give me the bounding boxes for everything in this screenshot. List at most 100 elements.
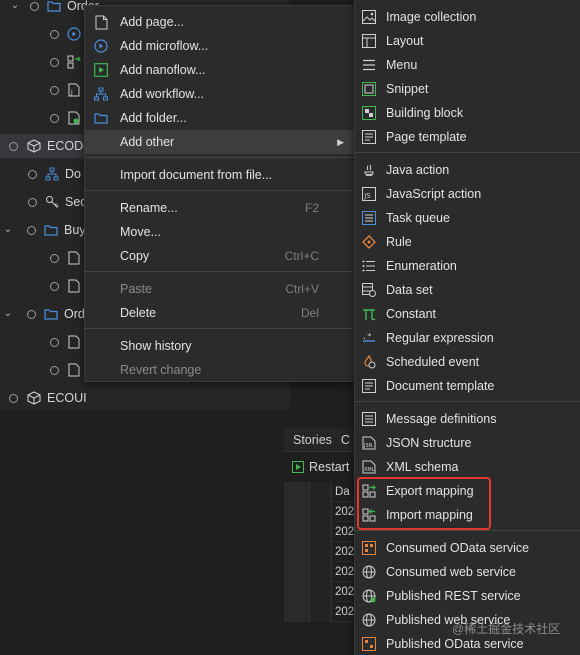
chevron-down-icon[interactable]: ⌄: [10, 1, 20, 11]
consumed-web-service-icon: [361, 564, 377, 580]
menu-item-label: Document template: [386, 379, 495, 393]
menu-item-label: Data set: [386, 283, 433, 297]
table-row[interactable]: 202: [284, 521, 364, 542]
menu-item-paste: Paste Ctrl+V: [85, 277, 354, 301]
module-icon: [27, 391, 41, 405]
menu-item-label: Move...: [120, 225, 161, 239]
tree-radio[interactable]: [50, 113, 59, 123]
page-icon: [93, 14, 109, 30]
grid-cell: 202: [335, 565, 355, 578]
mapping-icon: [67, 55, 81, 69]
menu-item-data-set[interactable]: Data set: [355, 278, 580, 302]
microflow-icon: [67, 27, 81, 41]
menu-item-add-workflow[interactable]: Add workflow...: [85, 82, 354, 106]
table-row[interactable]: 202: [284, 541, 364, 562]
tree-radio[interactable]: [50, 57, 59, 67]
restart-button[interactable]: Restart: [309, 460, 349, 474]
shortcut-label: Ctrl+C: [284, 249, 319, 263]
context-menu: Add page... Add microflow... Add nanoflo…: [84, 5, 355, 382]
menu-item-add-page[interactable]: Add page...: [85, 10, 354, 34]
menu-item-label: Add other: [120, 135, 175, 149]
menu-item-rule[interactable]: Rule: [355, 230, 580, 254]
consumed-odata-icon: [361, 540, 377, 556]
table-row[interactable]: 202: [284, 561, 364, 582]
menu-item-javascript-action[interactable]: JS JavaScript action: [355, 182, 580, 206]
menu-item-add-microflow[interactable]: Add microflow...: [85, 34, 354, 58]
tree-radio[interactable]: [28, 197, 37, 207]
menu-item-page-template[interactable]: Page template: [355, 125, 580, 149]
image-collection-icon: [361, 9, 377, 25]
menu-item-layout[interactable]: Layout: [355, 29, 580, 53]
tree-radio[interactable]: [50, 365, 59, 375]
tree-radio[interactable]: [28, 169, 37, 179]
grid-cell: 202: [335, 525, 355, 538]
menu-item-import-document[interactable]: Import document from file...: [85, 163, 354, 187]
menu-item-java-action[interactable]: Java action: [355, 158, 580, 182]
table-row[interactable]: 202: [284, 501, 364, 522]
menu-item-label: Scheduled event: [386, 355, 480, 369]
menu-item-snippet[interactable]: Snippet: [355, 77, 580, 101]
menu-item-delete[interactable]: Delete Del: [85, 301, 354, 325]
menu-item-xml-schema[interactable]: XML XML schema: [355, 455, 580, 479]
tree-radio[interactable]: [50, 253, 59, 263]
menu-item-add-folder[interactable]: Add folder...: [85, 106, 354, 130]
menu-item-message-definitions[interactable]: Message definitions: [355, 407, 580, 431]
menu-item-published-rest-service[interactable]: Published REST service: [355, 584, 580, 608]
table-row[interactable]: 202: [284, 601, 364, 622]
menu-item-regular-expression[interactable]: .* Regular expression: [355, 326, 580, 350]
menu-item-revert-change: Revert change: [85, 358, 354, 382]
menu-item-move[interactable]: Move...: [85, 220, 354, 244]
menu-item-show-history[interactable]: Show history: [85, 334, 354, 358]
menu-item-enumeration[interactable]: Enumeration: [355, 254, 580, 278]
restart-icon[interactable]: [292, 461, 304, 473]
menu-item-json-structure[interactable]: JSN JSON structure: [355, 431, 580, 455]
menu-item-label: Rename...: [120, 201, 178, 215]
tree-radio[interactable]: [27, 225, 36, 235]
menu-separator: [85, 190, 354, 191]
grid-cell: 202: [335, 545, 355, 558]
menu-item-constant[interactable]: Constant: [355, 302, 580, 326]
log-grid: Da 202 202 202 202 202 202: [284, 481, 364, 622]
tab-stories[interactable]: Stories: [284, 433, 332, 447]
menu-item-scheduled-event[interactable]: Scheduled event: [355, 350, 580, 374]
tree-label: ECOUI: [47, 391, 87, 405]
tab-partial[interactable]: C: [332, 433, 350, 447]
menu-item-task-queue[interactable]: Task queue: [355, 206, 580, 230]
menu-item-document-template[interactable]: Document template: [355, 374, 580, 398]
svg-text:J: J: [70, 89, 73, 96]
chevron-down-icon[interactable]: ⌄: [3, 225, 13, 235]
tree-radio[interactable]: [50, 337, 59, 347]
tree-radio[interactable]: [50, 29, 59, 39]
folder-icon: [47, 0, 61, 13]
shortcut-label: Ctrl+V: [285, 282, 319, 296]
tree-radio[interactable]: [50, 85, 59, 95]
menu-item-label: Enumeration: [386, 259, 457, 273]
document-template-icon: [361, 378, 377, 394]
menu-item-label: Copy: [120, 249, 150, 263]
menu-item-image-collection[interactable]: Image collection: [355, 5, 580, 29]
tree-radio[interactable]: [30, 1, 39, 11]
menu-item-menu[interactable]: Menu: [355, 53, 580, 77]
menu-item-copy[interactable]: Copy Ctrl+C: [85, 244, 354, 268]
menu-item-label: Regular expression: [386, 331, 494, 345]
menu-separator: [355, 152, 580, 153]
chevron-down-icon[interactable]: ⌄: [3, 309, 13, 319]
menu-item-rename[interactable]: Rename... F2: [85, 196, 354, 220]
menu-separator: [355, 401, 580, 402]
tree-label: Do: [65, 167, 81, 181]
tree-radio[interactable]: [27, 309, 36, 319]
tree-radio[interactable]: [9, 141, 18, 151]
tree-radio[interactable]: [9, 393, 18, 403]
menu-item-building-block[interactable]: Building block: [355, 101, 580, 125]
menu-item-consumed-web-service[interactable]: Consumed web service: [355, 560, 580, 584]
message-definitions-icon: [361, 411, 377, 427]
document-icon: [67, 363, 81, 377]
rule-icon: [361, 234, 377, 250]
tree-row-module-ecoui[interactable]: ECOUI: [0, 386, 290, 410]
enumeration-icon: [361, 258, 377, 274]
table-row[interactable]: 202: [284, 581, 364, 602]
menu-item-add-other[interactable]: Add other ▶: [85, 130, 354, 154]
menu-item-consumed-odata-service[interactable]: Consumed OData service: [355, 536, 580, 560]
tree-radio[interactable]: [50, 281, 59, 291]
menu-item-add-nanoflow[interactable]: Add nanoflow...: [85, 58, 354, 82]
